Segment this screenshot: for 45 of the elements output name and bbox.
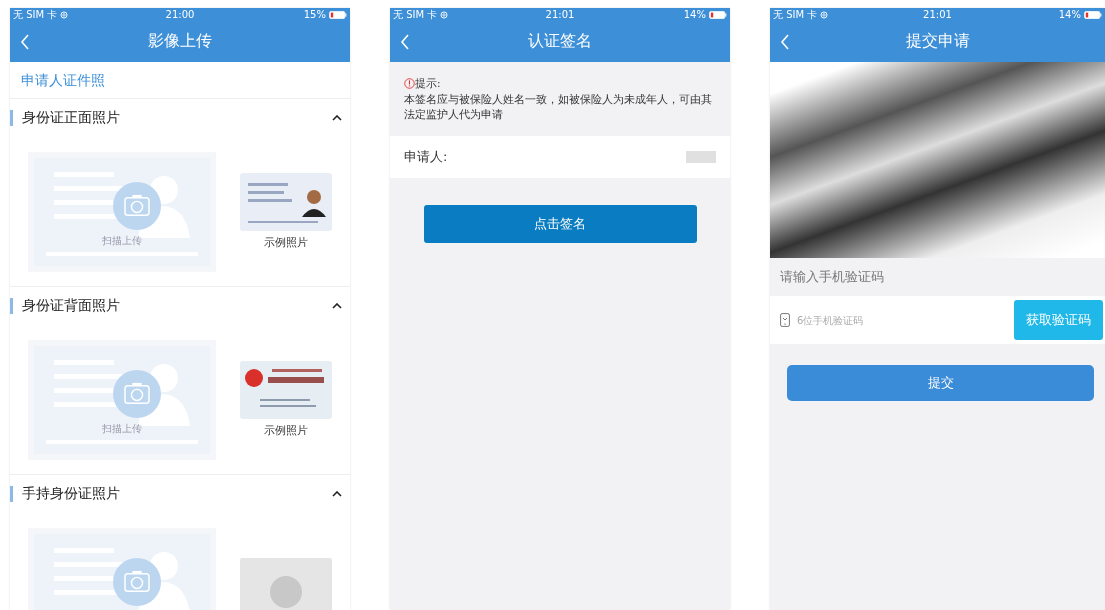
code-label: 请输入手机验证码 (779, 268, 885, 286)
screen-title: 认证签名 (527, 31, 593, 52)
submit-button[interactable]: 提交 (787, 365, 1094, 401)
battery-icon (1084, 10, 1102, 19)
group-title: 手持身份证照片 (22, 485, 121, 503)
tip-text: 本签名应与被保险人姓名一致，如被保险人为未成年人，可由其法定监护人代为申请 (404, 92, 713, 122)
phone-icon (780, 313, 790, 327)
get-code-button[interactable]: 获取验证码 (1014, 300, 1103, 340)
applicant-label: 申请人: (404, 148, 448, 166)
code-input-field[interactable]: 6位手机验证码 (795, 313, 1014, 327)
group-header[interactable]: 身份证正面照片 (10, 99, 350, 137)
group-title: 身份证背面照片 (22, 297, 121, 315)
warning-icon (404, 78, 415, 89)
battery-percent: 15% (303, 8, 326, 21)
status-time: 21:00 (165, 8, 195, 21)
camera-icon (113, 369, 161, 418)
section-heading: 申请人证件照 (10, 62, 350, 99)
back-icon[interactable] (20, 33, 30, 50)
obscured-name (686, 151, 716, 163)
camera-icon (113, 557, 161, 606)
battery-percent: 14% (1058, 8, 1081, 21)
screen-title: 影像上传 (147, 31, 213, 52)
sign-button[interactable]: 点击签名 (423, 205, 697, 243)
battery-icon (329, 10, 347, 19)
group-title: 身份证正面照片 (22, 109, 121, 127)
battery-percent: 14% (683, 8, 706, 21)
back-icon[interactable] (400, 33, 410, 50)
upload-hint: 扫描上传 (102, 233, 142, 248)
carrier-label: 无 SIM 卡 (773, 8, 818, 21)
camera-icon (113, 181, 161, 230)
example-caption: 示例照片 (264, 235, 308, 250)
status-time: 21:01 (923, 8, 952, 21)
tip-title: 提示: (415, 76, 441, 91)
upload-area[interactable]: 扫描上传 (28, 339, 216, 460)
carrier-label: 无 SIM 卡 (13, 8, 58, 21)
upload-area[interactable]: 扫描上传 (28, 151, 216, 272)
carrier-label: 无 SIM 卡 (393, 8, 438, 21)
screen-title: 提交申请 (904, 31, 971, 52)
example-caption: 示例照片 (264, 423, 308, 438)
battery-icon (709, 10, 727, 19)
upload-hint: 扫描上传 (102, 421, 142, 436)
group-header[interactable]: 身份证背面照片 (10, 287, 350, 325)
group-header[interactable]: 手持身份证照片 (10, 475, 350, 513)
status-time: 21:01 (545, 8, 575, 21)
back-icon[interactable] (780, 33, 790, 50)
